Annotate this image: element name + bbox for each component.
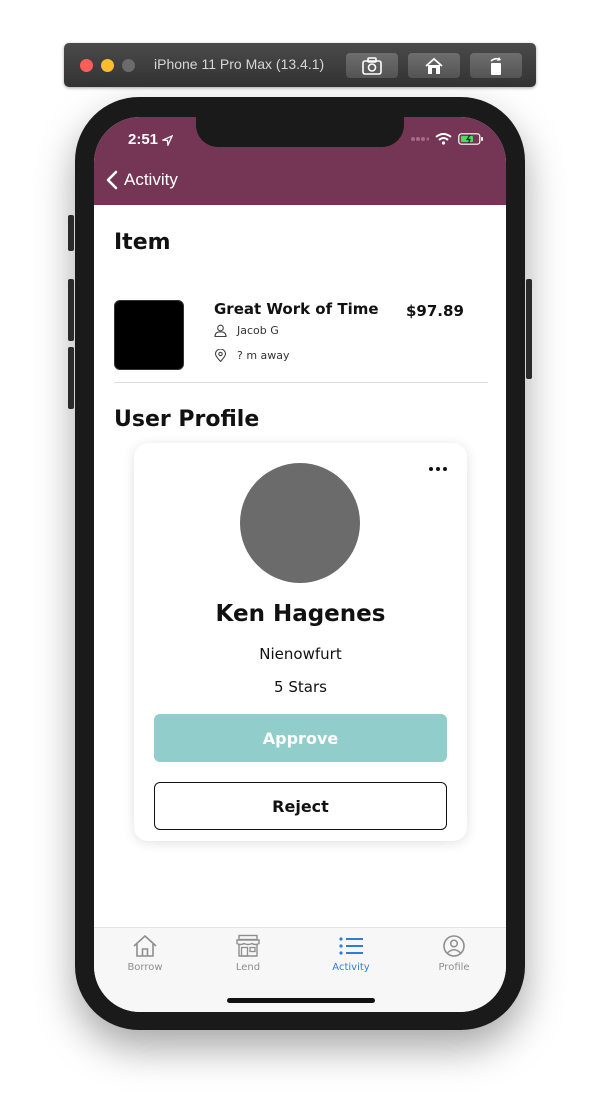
tab-label: Borrow [127, 962, 163, 973]
reject-button[interactable]: Reject [154, 782, 447, 830]
profile-section-title: User Profile [114, 407, 260, 432]
rotate-icon [490, 56, 501, 75]
screenshot-icon [362, 56, 382, 75]
volume-down-button [68, 347, 74, 409]
item-price: $97.89 [406, 302, 464, 320]
status-icons [411, 133, 484, 145]
simulator-title-bar: iPhone 11 Pro Max (13.4.1) [64, 43, 536, 87]
user-rating: 5 Stars [274, 678, 327, 696]
more-dot [436, 467, 440, 471]
user-profile-card: Ken Hagenes Nienowfurt 5 Stars Approve R… [134, 443, 467, 841]
screenshot-button[interactable] [346, 53, 398, 78]
home-indicator[interactable] [227, 998, 375, 1003]
notch [196, 117, 404, 147]
tab-label: Profile [438, 962, 470, 973]
mute-switch [68, 215, 74, 251]
tab-bar: Borrow Lend Activity Profile [94, 927, 506, 1012]
more-dot [443, 467, 447, 471]
item-name: Great Work of Time [214, 300, 379, 318]
tab-label: Lend [235, 962, 261, 973]
battery-icon [458, 133, 483, 145]
location-pin-icon [214, 349, 227, 362]
item-thumbnail[interactable] [114, 300, 184, 370]
power-button [526, 279, 532, 379]
user-location: Nienowfurt [259, 645, 342, 663]
approve-button[interactable]: Approve [154, 714, 447, 762]
avatar [240, 463, 360, 583]
chevron-left-icon [106, 170, 118, 190]
house-icon [133, 935, 157, 957]
tab-borrow[interactable]: Borrow [105, 934, 185, 973]
more-dot [429, 467, 433, 471]
tab-label: Activity [332, 962, 370, 973]
zoom-window-button[interactable] [122, 59, 135, 72]
status-time: 2:51 [128, 131, 174, 148]
tab-activity[interactable]: Activity [311, 934, 391, 973]
back-label: Activity [124, 170, 178, 189]
item-owner: Jacob G [237, 324, 279, 337]
section-divider [114, 382, 488, 383]
home-icon [425, 57, 443, 74]
tab-lend[interactable]: Lend [208, 934, 288, 973]
storefront-icon [236, 934, 260, 957]
minimize-window-button[interactable] [101, 59, 114, 72]
rotate-button[interactable] [470, 53, 522, 78]
item-distance-row: ? m away [214, 349, 290, 362]
location-arrow-icon [160, 134, 174, 148]
signal-dots-icon [411, 137, 429, 141]
user-circle-icon [443, 935, 465, 957]
item-section-title: Item [114, 230, 171, 255]
list-icon [339, 937, 363, 955]
item-owner-row: Jacob G [214, 324, 279, 337]
close-window-button[interactable] [80, 59, 93, 72]
more-options-button[interactable] [429, 467, 447, 471]
simulator-title: iPhone 11 Pro Max (13.4.1) [154, 56, 325, 72]
user-icon [214, 324, 227, 337]
item-distance: ? m away [237, 349, 290, 362]
volume-up-button [68, 279, 74, 341]
wifi-icon [435, 133, 452, 145]
phone-screen: 2:51 Activity Item Great Work of Time $9… [94, 117, 506, 1012]
user-name: Ken Hagenes [215, 601, 386, 627]
home-button[interactable] [408, 53, 460, 78]
tab-profile[interactable]: Profile [414, 934, 494, 973]
back-button[interactable]: Activity [106, 170, 178, 190]
